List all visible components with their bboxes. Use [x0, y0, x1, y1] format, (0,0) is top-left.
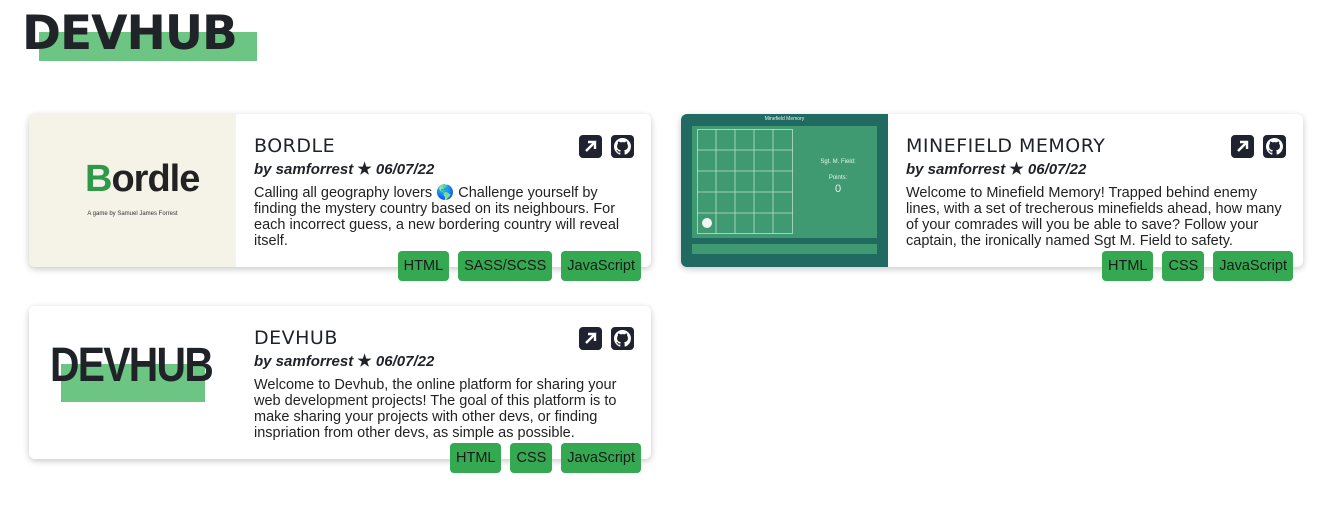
tag-badge[interactable]: JavaScript: [561, 443, 641, 473]
star-icon[interactable]: ★: [357, 161, 371, 178]
game-board: Sgt. M. Field: Points: 0: [692, 126, 877, 238]
project-description: Calling all geography lovers 🌎 Challenge…: [254, 185, 620, 249]
devhub-thumbnail-logo: DEVHUB: [50, 339, 214, 392]
tag-badge[interactable]: JavaScript: [561, 251, 641, 281]
project-byline: by samforrest ★ 06/07/22: [906, 160, 1291, 179]
tag-badge[interactable]: HTML: [449, 443, 502, 473]
tag-list: HTML CSS JavaScript: [449, 443, 641, 473]
external-link-icon[interactable]: [579, 327, 602, 350]
project-card[interactable]: DEVHUB DEVHUB by samforrest ★ 06/07/22 W…: [29, 306, 651, 473]
tag-badge[interactable]: HTML: [1101, 251, 1154, 281]
game-info: Sgt. M. Field: Points: 0: [810, 159, 866, 195]
github-icon[interactable]: [611, 327, 634, 350]
tag-badge[interactable]: CSS: [510, 443, 553, 473]
project-description: Welcome to Devhub, the online platform f…: [254, 377, 617, 441]
project-date: 06/07/22: [375, 161, 435, 178]
project-date: 06/07/22: [375, 353, 435, 370]
site-logo[interactable]: DEVHUB: [22, 8, 262, 66]
project-description: Welcome to Minefield Memory! Trapped beh…: [906, 185, 1282, 249]
tag-badge[interactable]: HTML: [397, 251, 450, 281]
tag-badge[interactable]: JavaScript: [1213, 251, 1293, 281]
external-link-icon[interactable]: [1231, 135, 1254, 158]
github-icon[interactable]: [1263, 135, 1286, 158]
project-date: 06/07/22: [1027, 161, 1087, 178]
captain-label: Sgt. M. Field:: [820, 159, 856, 165]
project-author[interactable]: by samforrest: [254, 161, 353, 178]
tag-badge[interactable]: CSS: [1162, 251, 1205, 281]
bordle-logo: Bordle: [85, 158, 200, 200]
points-label: Points:: [828, 175, 848, 181]
star-icon[interactable]: ★: [1009, 161, 1023, 178]
project-author[interactable]: by samforrest: [254, 353, 353, 370]
game-grid: [697, 129, 793, 234]
project-thumbnail[interactable]: Minefield Memory Sgt. M. Field: Points: …: [681, 114, 888, 267]
project-byline: by samforrest ★ 06/07/22: [254, 352, 639, 371]
thumbnail-subtitle: A game by Samuel James Forrest: [87, 211, 178, 217]
tag-list: HTML CSS JavaScript: [1101, 251, 1293, 281]
points-value: 0: [834, 183, 842, 195]
project-card[interactable]: Minefield Memory Sgt. M. Field: Points: …: [681, 114, 1303, 281]
tag-badge[interactable]: SASS/SCSS: [458, 251, 553, 281]
project-thumbnail[interactable]: DEVHUB: [29, 306, 236, 459]
project-author[interactable]: by samforrest: [906, 161, 1005, 178]
external-link-icon[interactable]: [579, 135, 602, 158]
star-icon[interactable]: ★: [357, 353, 371, 370]
github-icon[interactable]: [611, 135, 634, 158]
project-byline: by samforrest ★ 06/07/22: [254, 160, 639, 179]
project-card[interactable]: Bordle A game by Samuel James Forrest BO…: [29, 114, 651, 281]
thumbnail-title: Minefield Memory: [764, 116, 805, 122]
project-thumbnail[interactable]: Bordle A game by Samuel James Forrest: [29, 114, 236, 267]
logo-text: DEVHUB: [22, 6, 238, 61]
tag-list: HTML SASS/SCSS JavaScript: [397, 251, 641, 281]
thumbnail-footer: [692, 244, 877, 254]
